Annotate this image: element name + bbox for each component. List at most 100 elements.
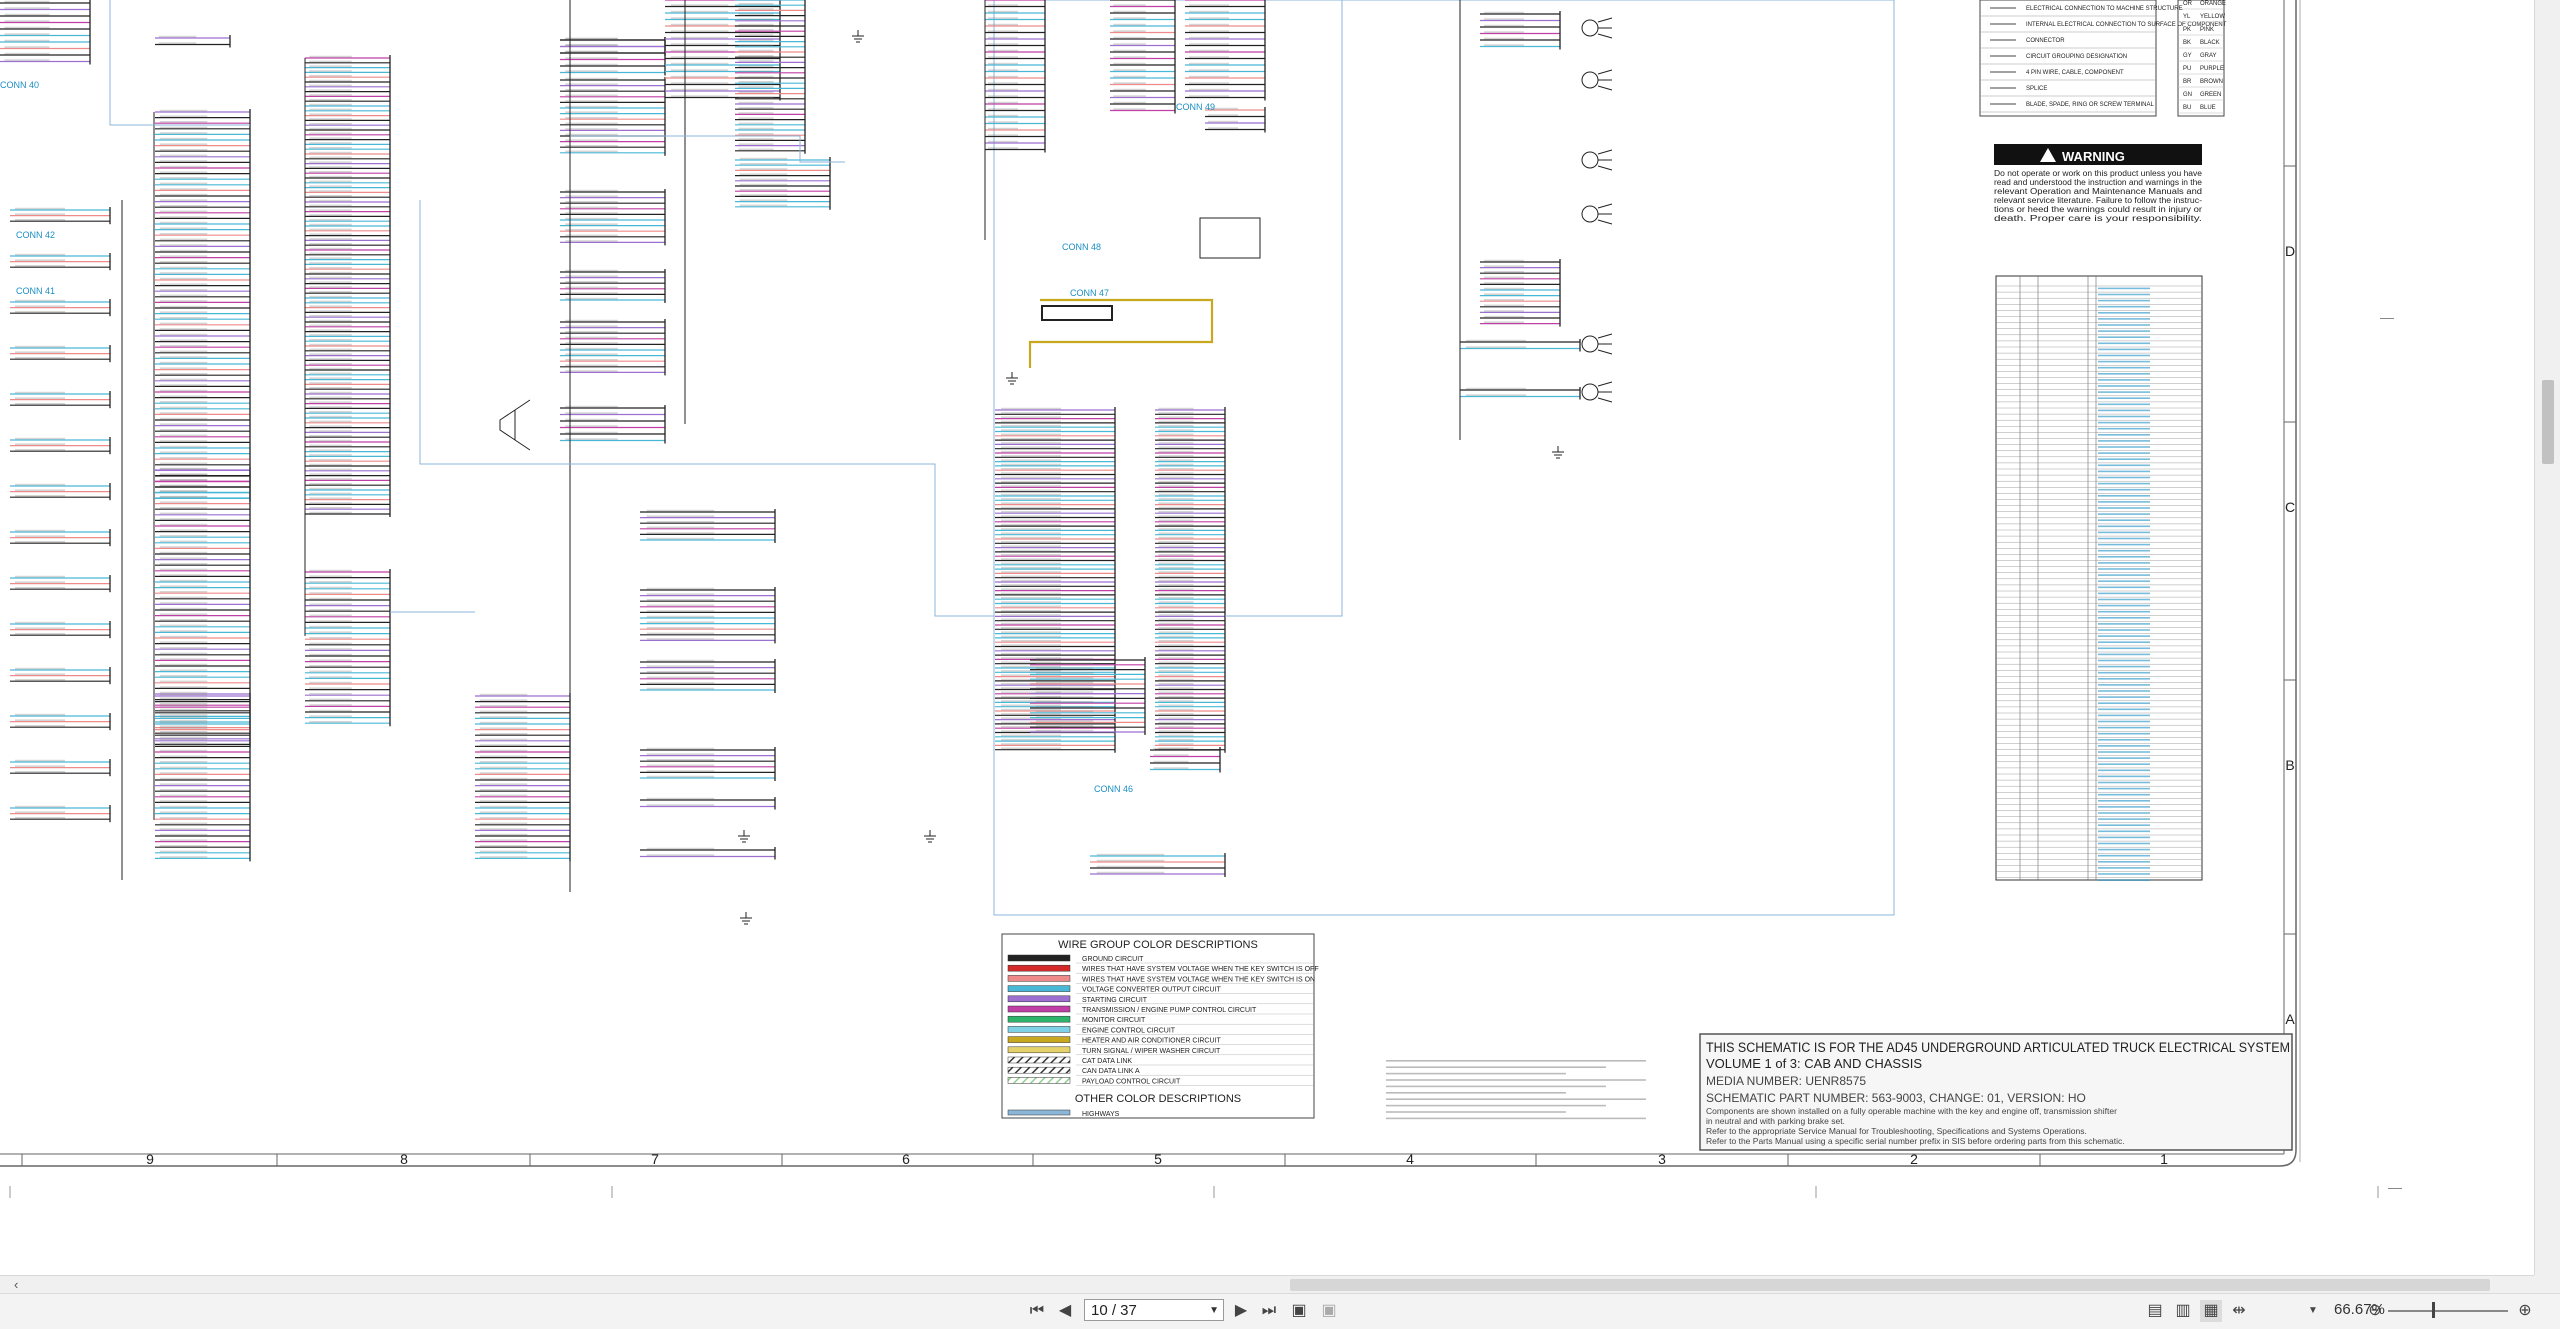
facing-view-icon[interactable]: ▦ <box>2200 1300 2222 1322</box>
wire-label <box>1096 865 1165 868</box>
wire-label <box>159 596 208 599</box>
wire-label <box>670 95 729 97</box>
wire-block <box>10 575 111 593</box>
wire-label <box>159 669 208 671</box>
wire-label <box>159 817 208 819</box>
previous-page-icon[interactable]: ◀ <box>1054 1300 1076 1322</box>
wire-group-label: CAN DATA LINK A <box>1082 1068 1140 1075</box>
wire-label <box>309 353 352 355</box>
lamp-icon <box>1581 335 1599 353</box>
zoom-in-icon[interactable]: ⊕ <box>2514 1300 2536 1322</box>
wire-label <box>309 642 352 645</box>
wire-label <box>738 55 774 57</box>
ground-icon <box>924 830 936 843</box>
zoom-slider[interactable] <box>2388 1310 2508 1312</box>
last-page-icon[interactable]: ⏭ <box>1258 1300 1280 1322</box>
page-number-select[interactable]: 10 / 37 ▼ <box>1084 1299 1224 1321</box>
wire-block <box>155 693 251 862</box>
wire-label <box>159 165 208 168</box>
parts-table-link <box>2098 739 2150 741</box>
document-viewport[interactable]: CONN 42 CONN 41 CONN 47 CONN 48 CONN 49 CONN … <box>0 0 2534 1275</box>
wire-label <box>159 658 208 660</box>
parts-table-link <box>2098 879 2150 881</box>
wire-label <box>15 587 65 589</box>
wire-label <box>646 764 715 767</box>
wire-label <box>159 109 208 112</box>
scroll-left-arrow-icon[interactable]: ‹ <box>14 1276 18 1294</box>
wire-label <box>159 154 208 157</box>
wire-swatch <box>1007 954 1071 962</box>
continuous-view-icon[interactable]: ▥ <box>2172 1300 2194 1322</box>
wire-label <box>159 412 208 414</box>
first-page-icon[interactable]: ⏮ <box>1026 1300 1048 1322</box>
parts-table-link <box>2098 708 2150 711</box>
page-number-value: 10 / 37 <box>1091 1302 1137 1319</box>
wire-label <box>15 575 65 578</box>
wire-label <box>159 686 208 688</box>
horizontal-scroll-thumb[interactable] <box>1290 1279 2490 1291</box>
parts-table-link <box>2098 629 2150 631</box>
lamp-icon <box>1581 205 1599 223</box>
wire-label <box>309 511 352 514</box>
wire-label <box>1484 304 1524 307</box>
zoom-dropdown-icon[interactable]: ▼ <box>2306 1300 2320 1322</box>
wire-label <box>670 23 729 26</box>
wire-label <box>4 59 50 61</box>
wire-label <box>159 518 208 520</box>
wire-label <box>159 624 208 627</box>
wire-label <box>1001 511 1061 513</box>
wire-group-label: PAYLOAD CONTROL CIRCUIT <box>1082 1078 1181 1085</box>
wire-label <box>309 637 352 639</box>
wire-label <box>738 34 774 36</box>
zoom-slider-thumb[interactable] <box>2432 1302 2435 1318</box>
parts-table-link <box>2098 818 2150 820</box>
wire-label <box>1484 37 1524 40</box>
vertical-scrollbar[interactable] <box>2534 0 2560 1275</box>
wire-label <box>738 29 774 31</box>
wire-label <box>1001 579 1061 582</box>
wire-label <box>309 411 352 413</box>
horizontal-scrollbar[interactable]: ‹ <box>0 1275 2534 1294</box>
ground-icon <box>1552 446 1564 459</box>
ground-icon <box>852 30 864 43</box>
parts-table-link <box>2098 867 2150 869</box>
wire-label <box>738 3 774 5</box>
wire-label <box>159 311 208 313</box>
wire-label <box>565 331 618 333</box>
next-page-icon[interactable]: ▶ <box>1230 1300 1252 1322</box>
wire-label <box>646 759 715 761</box>
fit-width-icon[interactable]: ⇹ <box>2228 1300 2250 1322</box>
vertical-scroll-thumb[interactable] <box>2542 380 2554 464</box>
wire-label <box>1158 554 1194 556</box>
wire-label <box>1001 468 1061 470</box>
wire-label <box>1484 299 1524 301</box>
wire-label <box>1484 315 1524 318</box>
wire-label <box>1158 713 1194 715</box>
page-thumbnails-icon[interactable]: ▣ <box>1288 1300 1310 1322</box>
wire-label <box>1158 665 1194 668</box>
wire-label <box>159 811 208 813</box>
wire-label <box>738 44 774 47</box>
wire-label <box>1001 429 1061 431</box>
wire-label <box>15 305 65 307</box>
parts-table-link <box>2098 635 2150 637</box>
wire-label <box>309 681 352 684</box>
single-page-view-icon[interactable]: ▤ <box>2144 1300 2166 1322</box>
wire-legend-title: WIRE GROUP COLOR DESCRIPTIONS <box>1058 939 1258 951</box>
wire-label <box>309 75 352 77</box>
wire-label <box>1484 11 1524 14</box>
parts-table-link <box>2098 525 2150 528</box>
wire-label <box>1484 282 1524 284</box>
wire-label <box>1001 442 1061 444</box>
wire-label <box>159 731 208 733</box>
wire-label <box>1158 511 1194 513</box>
zoom-out-icon[interactable]: ⊖ <box>2364 1300 2386 1322</box>
wire-label <box>309 406 352 408</box>
wire-label <box>1113 101 1146 104</box>
two-page-view-icon[interactable]: ▣ <box>1318 1300 1340 1322</box>
wire-label <box>159 697 208 699</box>
warning-text: read and understood the instruction and … <box>1994 178 2203 187</box>
wire-label <box>159 238 208 241</box>
wire-swatch <box>1007 964 1071 972</box>
wire-label <box>309 653 352 656</box>
